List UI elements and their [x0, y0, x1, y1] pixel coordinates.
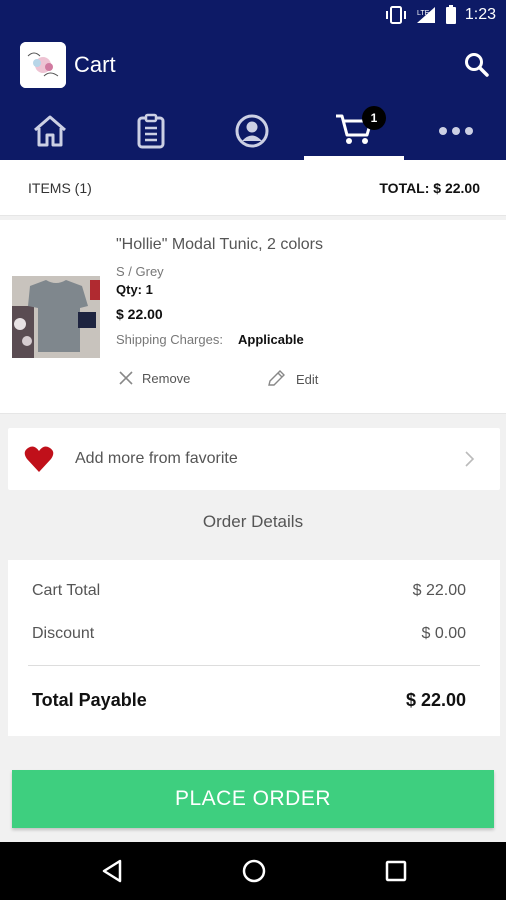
- cart-total-value: $ 22.00: [412, 582, 466, 599]
- tab-account[interactable]: [202, 102, 302, 160]
- account-icon: [235, 114, 269, 148]
- order-details-card: Cart Total $ 22.00 Discount $ 0.00 Total…: [8, 560, 500, 736]
- product-name[interactable]: "Hollie" Modal Tunic, 2 colors: [116, 236, 323, 254]
- product-image[interactable]: [12, 276, 100, 358]
- discount-value: $ 0.00: [421, 625, 466, 642]
- vibrate-icon: [385, 6, 406, 24]
- edit-label: Edit: [296, 371, 319, 387]
- favorite-label: Add more from favorite: [75, 450, 238, 467]
- product-variant: S / Grey: [116, 264, 164, 279]
- recents-icon[interactable]: [381, 856, 411, 886]
- pencil-icon: [268, 370, 285, 386]
- cart-badge: 1: [362, 106, 386, 130]
- back-icon[interactable]: [98, 856, 128, 886]
- signal-icon: LTE: [416, 7, 435, 23]
- chevron-right-icon: [465, 451, 475, 467]
- svg-text:LTE: LTE: [417, 10, 430, 17]
- orders-icon: [137, 113, 165, 149]
- tab-home[interactable]: [0, 102, 100, 160]
- page-title: Cart: [74, 52, 116, 77]
- remove-button[interactable]: Remove: [118, 370, 190, 386]
- more-icon: [439, 127, 473, 135]
- tab-cart[interactable]: 1: [304, 102, 404, 160]
- status-time: 1:23: [464, 6, 496, 23]
- total-payable-value: $ 22.00: [405, 690, 466, 710]
- status-bar: LTE 1:23: [0, 0, 506, 30]
- search-button[interactable]: [462, 50, 492, 80]
- app-bar: Cart: [0, 30, 506, 102]
- cart-summary: ITEMS (1) TOTAL: $ 22.00: [0, 160, 506, 216]
- cart-total: TOTAL: $ 22.00: [379, 180, 480, 196]
- shipping-value: Applicable: [238, 332, 304, 347]
- divider: [28, 665, 480, 666]
- bottom-tab-bar: 1: [0, 102, 506, 160]
- product-qty: Qty: 1: [116, 282, 153, 297]
- system-nav-bar: [0, 842, 506, 900]
- brand-logo: [20, 42, 66, 88]
- remove-label: Remove: [142, 370, 191, 386]
- place-order-button[interactable]: PLACE ORDER: [12, 770, 494, 828]
- close-icon: [119, 371, 133, 385]
- total-payable-label: Total Payable: [32, 690, 147, 710]
- cart-total-label: Cart Total: [32, 582, 101, 599]
- items-count: ITEMS (1): [28, 180, 92, 196]
- tab-orders[interactable]: [101, 102, 201, 160]
- search-icon: [465, 53, 489, 77]
- discount-label: Discount: [32, 625, 95, 642]
- shipping-label: Shipping Charges:: [116, 332, 223, 347]
- home-icon: [34, 115, 66, 147]
- cart-item: "Hollie" Modal Tunic, 2 colors S / Grey …: [0, 220, 506, 414]
- add-from-favorite[interactable]: Add more from favorite: [8, 428, 500, 490]
- battery-icon: [445, 5, 456, 24]
- home-button-icon[interactable]: [239, 856, 269, 886]
- product-price: $ 22.00: [116, 306, 163, 322]
- edit-button[interactable]: Edit: [266, 370, 318, 388]
- tab-more[interactable]: [406, 102, 506, 160]
- heart-icon: [24, 446, 54, 472]
- order-details-heading: Order Details: [202, 512, 304, 531]
